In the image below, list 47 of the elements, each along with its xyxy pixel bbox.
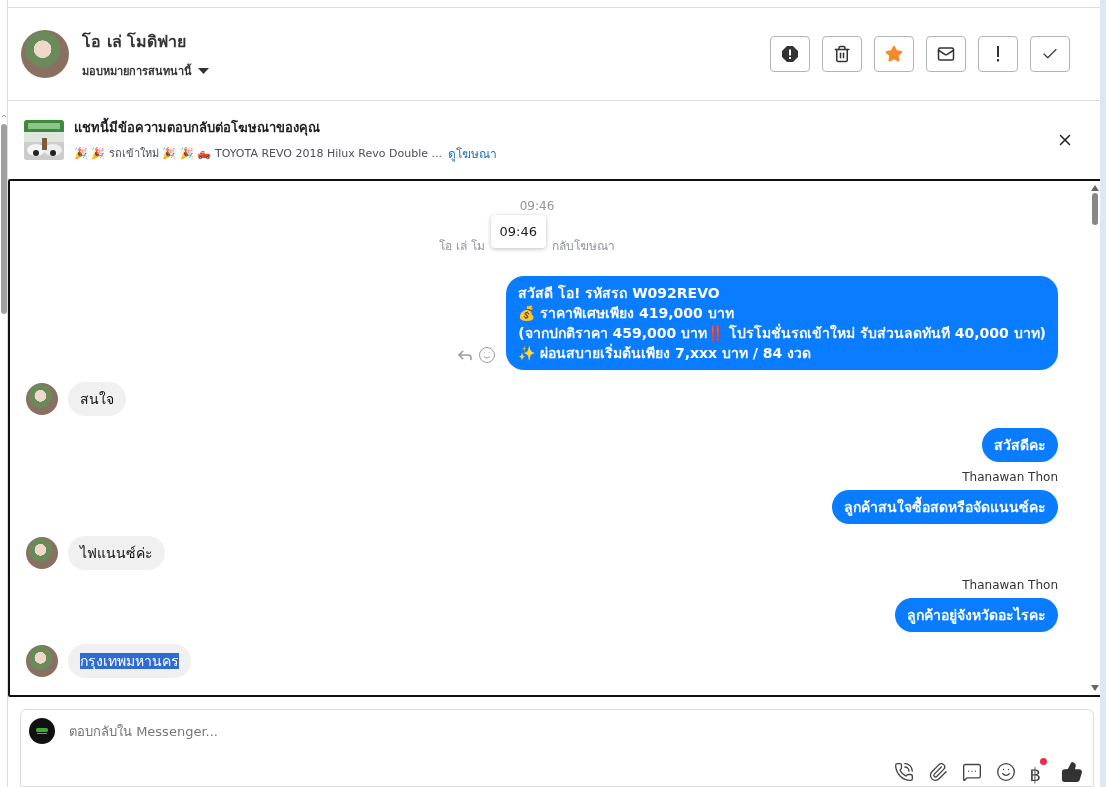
- avatar: [26, 645, 58, 677]
- message-bubble: สนใจ: [68, 382, 126, 416]
- phone-icon: [893, 761, 914, 782]
- like-button[interactable]: [1061, 760, 1083, 783]
- page-logo-icon: [29, 718, 55, 744]
- sender-name: Thanawan Thon: [962, 578, 1058, 592]
- chat-icon: [961, 761, 982, 782]
- view-ad-link[interactable]: ดูโฆษณา: [447, 144, 497, 163]
- scrollbar-thumb[interactable]: [0, 124, 7, 314]
- message-bubble: สวัสดีคะ: [982, 428, 1058, 462]
- scroll-down-icon[interactable]: [1091, 685, 1099, 691]
- scrollbar-thumb[interactable]: [1092, 193, 1098, 225]
- ad-snippet: 🎉 🎉 รถเข้าใหม่ 🎉 🎉 🛻 TOYOTA REVO 2018 Hilux Revo Double ...: [74, 146, 442, 162]
- avatar: [21, 30, 69, 78]
- thumbs-up-icon: [1061, 760, 1083, 783]
- chat-button[interactable]: [961, 761, 982, 782]
- avatar: [26, 383, 58, 415]
- smile-icon[interactable]: [478, 346, 497, 364]
- message-bubble: ลูกค้าอยู่จังหวัดอะไรคะ: [895, 598, 1058, 632]
- contact-name: โอ เล่ โมดิฟาย: [82, 30, 188, 53]
- system-note: กลับโฆษณา: [552, 238, 616, 255]
- mail-button[interactable]: [926, 36, 966, 72]
- message-bubble: ลูกค้าสนใจซื้อสดหรือจัดแนนซ์คะ: [832, 490, 1058, 524]
- message-bubble: สวัสดี โอ! รหัสรถ W092REVO 💰 ราคาพิเศษเพียง 419,000 บาท (จากปกติราคา 459,000 บาท‼ โปรโมชั่นรถเข้าใหม่ รับส่วนลดทันที 40,000 บาท) ✨ ผ่อนสบายเริ่มต้นเพียง 7,xxx บาท / 84 งวด: [506, 276, 1058, 370]
- call-button[interactable]: [893, 761, 914, 782]
- delete-button[interactable]: [822, 36, 862, 72]
- emoji-button[interactable]: [995, 761, 1016, 782]
- message-bubble: ไฟแนนซ์ค่ะ: [68, 536, 165, 570]
- trash-icon: [833, 45, 851, 63]
- sender-name: Thanawan Thon: [962, 470, 1058, 484]
- timestamp: 09:46: [519, 199, 555, 213]
- avatar: [26, 537, 58, 569]
- mail-icon: [937, 45, 955, 63]
- smile-icon: [995, 761, 1016, 782]
- exclamation-icon: [996, 46, 1000, 62]
- report-button[interactable]: [770, 36, 810, 72]
- paperclip-icon: [927, 761, 948, 782]
- system-note: โอ เล่ โม: [438, 238, 485, 255]
- alert-icon: [781, 45, 799, 63]
- ad-title: แชทนี้มีข้อความตอบกลับต่อโฆษณาของคุณ: [74, 117, 1046, 138]
- message-bubble: กรุงเทพมหานคร: [68, 644, 191, 678]
- time-tooltip: 09:46: [490, 215, 547, 248]
- attach-button[interactable]: [927, 761, 948, 782]
- star-button[interactable]: [874, 36, 914, 72]
- caret-icon: [198, 67, 209, 74]
- assign-dropdown[interactable]: มอบหมายการสนทนานี้: [82, 61, 757, 80]
- baht-button[interactable]: ฿: [1029, 758, 1047, 785]
